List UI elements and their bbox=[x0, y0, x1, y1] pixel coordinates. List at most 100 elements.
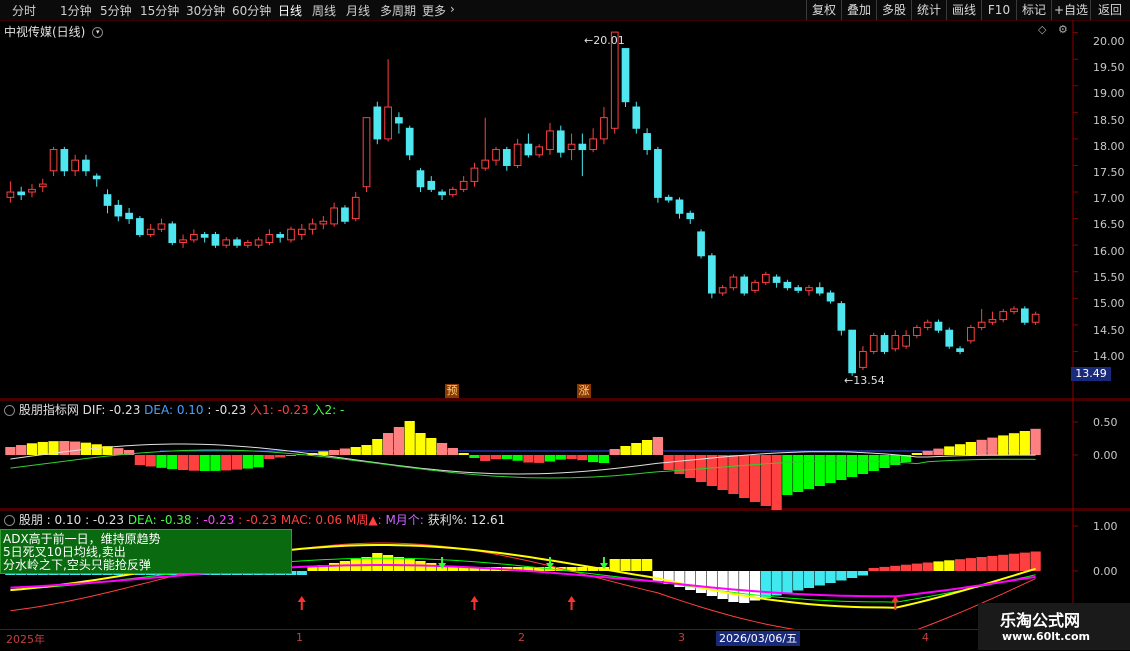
candle-body bbox=[28, 188, 36, 193]
period-tab-fenshi[interactable]: 分时 bbox=[12, 2, 36, 19]
max-price-marker: ←20.01 bbox=[584, 34, 625, 47]
histogram-bar bbox=[890, 455, 901, 465]
candle-body bbox=[233, 239, 241, 246]
back-button[interactable]: 返回 bbox=[1090, 0, 1129, 20]
mark-button[interactable]: 标记 bbox=[1016, 0, 1051, 20]
candle-body bbox=[1020, 308, 1029, 323]
candle-body bbox=[438, 191, 446, 196]
histogram-bar bbox=[307, 567, 318, 571]
candle-body bbox=[416, 170, 425, 188]
histogram-bar bbox=[728, 571, 739, 602]
candle-body bbox=[17, 191, 26, 196]
histogram-bar bbox=[458, 453, 469, 455]
histogram-bar bbox=[685, 455, 696, 478]
period-tab-weekly[interactable]: 周线 bbox=[312, 2, 336, 19]
candle-body bbox=[179, 239, 187, 244]
add-favorite-button[interactable]: +自选 bbox=[1051, 0, 1090, 20]
buy-arrow-icon bbox=[297, 596, 306, 610]
histogram-bar bbox=[188, 455, 199, 471]
histogram-bar bbox=[620, 446, 631, 455]
histogram-bar bbox=[695, 571, 707, 593]
period-tab-1min[interactable]: 1分钟 bbox=[60, 2, 92, 19]
overlay-button[interactable]: 叠加 bbox=[841, 0, 876, 20]
histogram-bar bbox=[609, 449, 620, 455]
watermark-title: 乐淘公式网 bbox=[1000, 611, 1081, 630]
histogram-bar bbox=[199, 455, 210, 471]
candle-body bbox=[405, 127, 414, 156]
candle-body bbox=[675, 199, 684, 214]
time-axis bbox=[0, 629, 1073, 651]
watermark-url: www.60lt.com bbox=[1002, 630, 1091, 643]
period-tab-5min[interactable]: 5分钟 bbox=[100, 2, 132, 19]
candle-body bbox=[556, 130, 565, 153]
period-tab-multi[interactable]: 多周期 bbox=[380, 2, 416, 19]
histogram-bar bbox=[350, 447, 361, 455]
histogram-bar bbox=[1008, 433, 1020, 455]
candle-body bbox=[880, 335, 889, 352]
period-tab-monthly[interactable]: 月线 bbox=[346, 2, 370, 19]
period-tab-more[interactable]: 更多 bbox=[422, 2, 446, 19]
histogram-bar bbox=[965, 442, 976, 455]
statistics-button[interactable]: 统计 bbox=[911, 0, 946, 20]
candle-body bbox=[222, 239, 231, 246]
price-tick-label: 19.50 bbox=[1093, 61, 1125, 74]
histogram-bar bbox=[296, 571, 307, 575]
price-tick-label: 18.50 bbox=[1093, 114, 1125, 127]
panel2-tick-label: 1.00 bbox=[1093, 520, 1118, 533]
histogram-bar bbox=[911, 453, 923, 455]
period-tab-30min[interactable]: 30分钟 bbox=[186, 2, 225, 19]
candlestick-chart[interactable] bbox=[0, 20, 1130, 400]
signal-badge-zhang: 涨 bbox=[577, 384, 591, 398]
histogram-bar bbox=[480, 455, 491, 461]
multi-stock-button[interactable]: 多股 bbox=[876, 0, 911, 20]
candle-body bbox=[71, 159, 79, 172]
histogram-bar bbox=[436, 443, 448, 455]
candle-body bbox=[643, 133, 651, 151]
last-price-badge: 13.49 bbox=[1071, 367, 1111, 381]
period-tab-daily[interactable]: 日线 bbox=[278, 2, 302, 19]
time-axis-label: 4 bbox=[922, 631, 929, 644]
histogram-bar bbox=[501, 455, 512, 460]
histogram-bar bbox=[210, 455, 221, 471]
candle-body bbox=[190, 234, 198, 241]
period-tab-15min[interactable]: 15分钟 bbox=[140, 2, 179, 19]
histogram-bar bbox=[847, 455, 858, 477]
candle-body bbox=[891, 335, 900, 350]
candle-body bbox=[859, 350, 867, 368]
histogram-bar bbox=[793, 571, 804, 591]
histogram-bar bbox=[760, 455, 771, 506]
histogram-bar bbox=[760, 571, 771, 598]
candle-body bbox=[502, 149, 511, 166]
histogram-bar bbox=[134, 455, 146, 465]
price-tick-label: 17.00 bbox=[1093, 192, 1125, 205]
histogram-bar bbox=[857, 571, 869, 576]
buy-arrow-icon bbox=[567, 596, 576, 610]
candle-body bbox=[869, 335, 878, 352]
price-tick-label: 18.00 bbox=[1093, 140, 1125, 153]
candle-body bbox=[200, 234, 209, 238]
histogram-bar bbox=[739, 571, 750, 603]
histogram-bar bbox=[717, 571, 728, 599]
candle-body bbox=[805, 287, 813, 291]
histogram-bar bbox=[253, 455, 264, 468]
candle-body bbox=[967, 327, 975, 342]
histogram-bar bbox=[631, 559, 642, 571]
histogram-bar bbox=[91, 444, 102, 455]
candle-body bbox=[308, 223, 317, 230]
period-toolbar: 分时 1分钟 5分钟 15分钟 30分钟 60分钟 日线 周线 月线 多周期 更… bbox=[0, 0, 1130, 21]
histogram-bar bbox=[555, 455, 566, 460]
indicator-panel-1[interactable] bbox=[0, 400, 1130, 510]
histogram-bar bbox=[933, 561, 944, 571]
histogram-bar bbox=[717, 455, 728, 490]
period-tab-60min[interactable]: 60分钟 bbox=[232, 2, 271, 19]
histogram-bar bbox=[825, 571, 836, 583]
watermark: 乐淘公式网 www.60lt.com bbox=[978, 603, 1130, 650]
candle-body bbox=[492, 149, 500, 161]
draw-line-button[interactable]: 画线 bbox=[946, 0, 981, 20]
histogram-bar bbox=[987, 437, 998, 455]
f10-button[interactable]: F10 bbox=[981, 0, 1016, 20]
restore-rights-button[interactable]: 复权 bbox=[806, 0, 841, 20]
chevron-right-icon[interactable]: › bbox=[450, 2, 455, 16]
histogram-bar bbox=[577, 567, 588, 571]
histogram-bar bbox=[70, 441, 81, 455]
